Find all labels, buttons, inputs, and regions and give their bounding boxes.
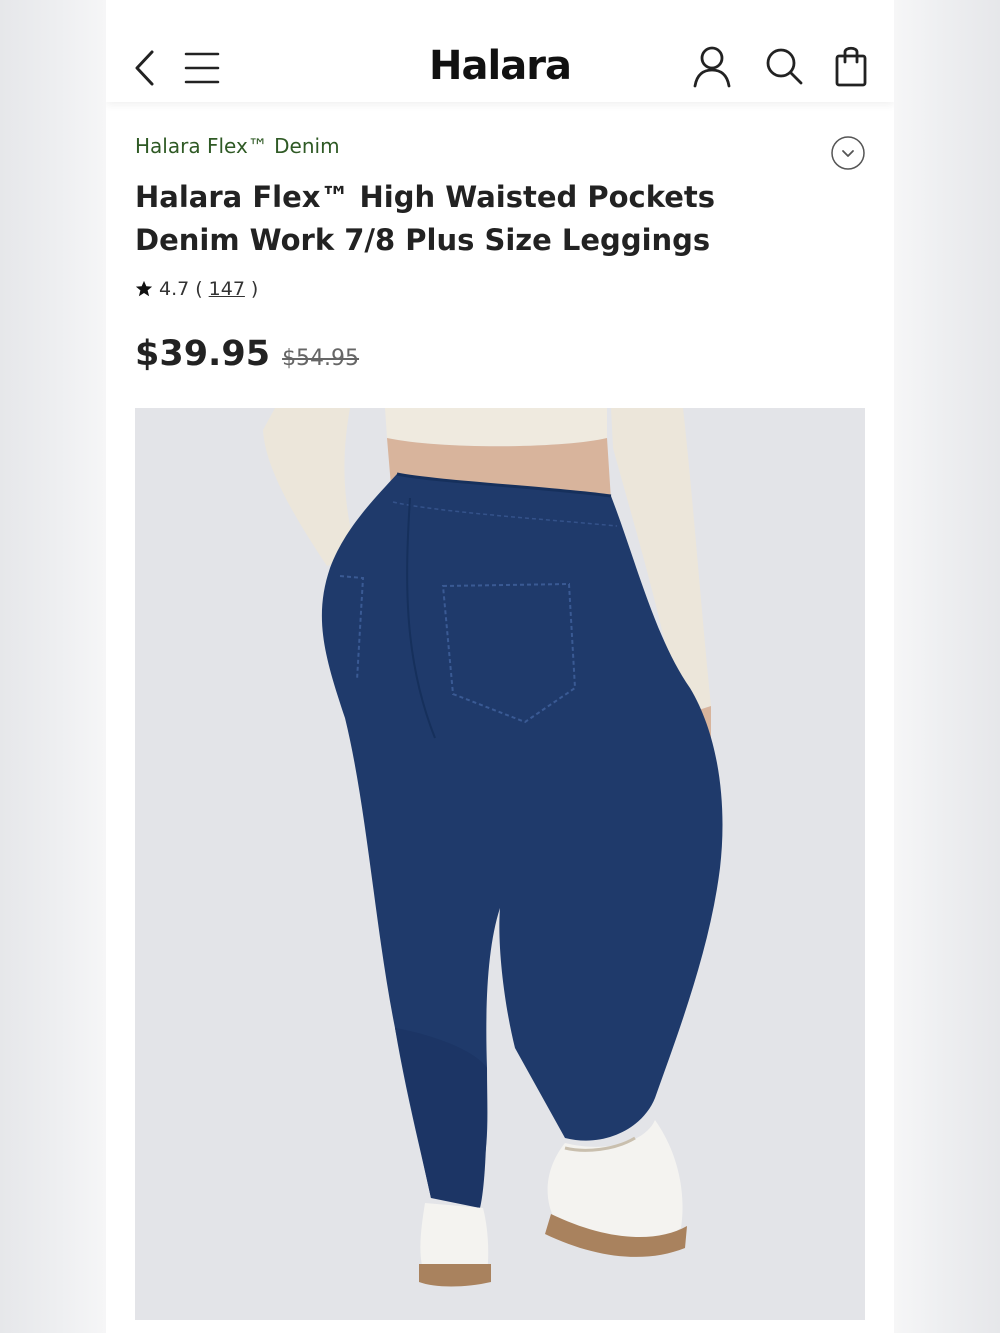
original-price: $54.95 xyxy=(282,346,360,371)
rating-close-paren: ) xyxy=(250,278,259,300)
shopping-bag-icon[interactable] xyxy=(834,44,868,88)
review-count-link[interactable]: 147 xyxy=(209,278,245,300)
denim-leggings-photo xyxy=(135,408,865,1320)
product-image[interactable] xyxy=(135,408,865,1320)
price-block: $39.95 $54.95 xyxy=(135,334,359,374)
rating-open-paren: ( xyxy=(195,278,203,300)
chevron-down-icon[interactable] xyxy=(830,135,866,171)
search-icon[interactable] xyxy=(764,46,804,86)
sale-price: $39.95 xyxy=(135,334,271,374)
product-rating: 4.7 ( 147 ) xyxy=(135,278,258,300)
product-title: Halara Flex™ High Waisted Pockets Denim … xyxy=(135,180,716,257)
rating-value: 4.7 xyxy=(159,278,190,300)
star-icon xyxy=(135,280,153,297)
account-icon[interactable] xyxy=(692,44,732,88)
product-page: Halara Halara Flex™ Denim Halara Flex™ H… xyxy=(106,0,894,1333)
top-navigation-bar: Halara xyxy=(106,0,894,102)
collection-link[interactable]: Halara Flex™ Denim xyxy=(135,134,340,158)
